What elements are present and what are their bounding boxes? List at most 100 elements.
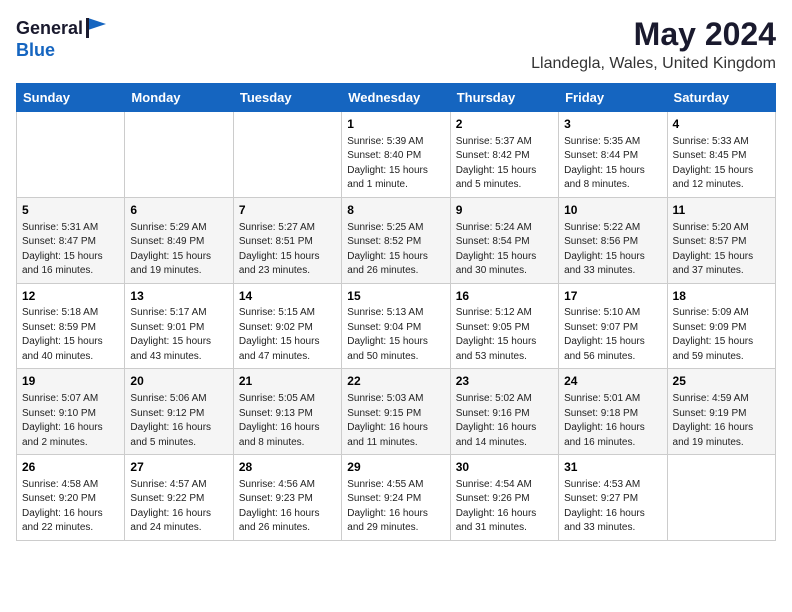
day-cell: 23Sunrise: 5:02 AM Sunset: 9:16 PM Dayli… xyxy=(450,369,558,455)
page-header: General Blue May 2024 Llandegla, Wales, … xyxy=(16,16,776,73)
day-info: Sunrise: 4:56 AM Sunset: 9:23 PM Dayligh… xyxy=(239,478,336,536)
day-info: Sunrise: 4:54 AM Sunset: 9:26 PM Dayligh… xyxy=(456,478,553,536)
day-info: Sunrise: 5:02 AM Sunset: 9:16 PM Dayligh… xyxy=(456,392,553,450)
day-info: Sunrise: 5:20 AM Sunset: 8:57 PM Dayligh… xyxy=(673,221,770,279)
week-row-3: 12Sunrise: 5:18 AM Sunset: 8:59 PM Dayli… xyxy=(17,283,776,369)
day-number: 14 xyxy=(239,288,336,305)
day-cell xyxy=(667,455,775,541)
day-info: Sunrise: 4:55 AM Sunset: 9:24 PM Dayligh… xyxy=(347,478,444,536)
day-cell: 31Sunrise: 4:53 AM Sunset: 9:27 PM Dayli… xyxy=(559,455,667,541)
day-number: 2 xyxy=(456,116,553,133)
day-cell xyxy=(17,112,125,198)
day-number: 20 xyxy=(130,373,227,390)
day-cell: 16Sunrise: 5:12 AM Sunset: 9:05 PM Dayli… xyxy=(450,283,558,369)
weekday-tuesday: Tuesday xyxy=(233,84,341,112)
day-number: 31 xyxy=(564,459,661,476)
day-cell: 1 Sunrise: 5:39 AM Sunset: 8:40 PM Daylig… xyxy=(342,112,450,198)
day-info: Sunrise: 5:01 AM Sunset: 9:18 PM Dayligh… xyxy=(564,392,661,450)
day-info: Sunrise: 5:27 AM Sunset: 8:51 PM Dayligh… xyxy=(239,221,336,279)
day-number: 9 xyxy=(456,202,553,219)
day-number: 18 xyxy=(673,288,770,305)
day-info: Sunrise: 5:12 AM Sunset: 9:05 PM Dayligh… xyxy=(456,306,553,364)
day-cell: 9 Sunrise: 5:24 AM Sunset: 8:54 PM Daylig… xyxy=(450,197,558,283)
day-number: 16 xyxy=(456,288,553,305)
day-cell: 17Sunrise: 5:10 AM Sunset: 9:07 PM Dayli… xyxy=(559,283,667,369)
day-cell: 4Sunrise: 5:33 AM Sunset: 8:45 PM Daylig… xyxy=(667,112,775,198)
logo-general: General xyxy=(16,18,83,39)
day-number: 21 xyxy=(239,373,336,390)
week-row-1: 1 Sunrise: 5:39 AM Sunset: 8:40 PM Daylig… xyxy=(17,112,776,198)
calendar-body: 1 Sunrise: 5:39 AM Sunset: 8:40 PM Daylig… xyxy=(17,112,776,541)
weekday-monday: Monday xyxy=(125,84,233,112)
day-number: 12 xyxy=(22,288,119,305)
day-number: 30 xyxy=(456,459,553,476)
day-cell: 21 Sunrise: 5:05 AM Sunset: 9:13 PM Dayli… xyxy=(233,369,341,455)
day-number: 13 xyxy=(130,288,227,305)
day-cell xyxy=(125,112,233,198)
day-cell: 11Sunrise: 5:20 AM Sunset: 8:57 PM Dayli… xyxy=(667,197,775,283)
day-info: Sunrise: 5:13 AM Sunset: 9:04 PM Dayligh… xyxy=(347,306,444,364)
day-cell: 19 Sunrise: 5:07 AM Sunset: 9:10 PM Dayli… xyxy=(17,369,125,455)
day-info: Sunrise: 5:05 AM Sunset: 9:13 PM Dayligh… xyxy=(239,392,336,450)
day-cell: 20 Sunrise: 5:06 AM Sunset: 9:12 PM Dayli… xyxy=(125,369,233,455)
day-info: Sunrise: 5:37 AM Sunset: 8:42 PM Dayligh… xyxy=(456,135,553,193)
day-number: 19 xyxy=(22,373,119,390)
day-number: 26 xyxy=(22,459,119,476)
day-number: 27 xyxy=(130,459,227,476)
day-info: Sunrise: 5:03 AM Sunset: 9:15 PM Dayligh… xyxy=(347,392,444,450)
day-number: 7 xyxy=(239,202,336,219)
day-cell: 26 Sunrise: 4:58 AM Sunset: 9:20 PM Dayli… xyxy=(17,455,125,541)
weekday-sunday: Sunday xyxy=(17,84,125,112)
week-row-5: 26 Sunrise: 4:58 AM Sunset: 9:20 PM Dayli… xyxy=(17,455,776,541)
day-info: Sunrise: 5:39 AM Sunset: 8:40 PM Dayligh… xyxy=(347,135,444,193)
day-cell: 24 Sunrise: 5:01 AM Sunset: 9:18 PM Dayli… xyxy=(559,369,667,455)
day-cell: 12Sunrise: 5:18 AM Sunset: 8:59 PM Dayli… xyxy=(17,283,125,369)
day-number: 3 xyxy=(564,116,661,133)
day-number: 17 xyxy=(564,288,661,305)
day-number: 22 xyxy=(347,373,444,390)
day-info: Sunrise: 5:07 AM Sunset: 9:10 PM Dayligh… xyxy=(22,392,119,450)
title-block: May 2024 Llandegla, Wales, United Kingdo… xyxy=(531,16,776,73)
day-number: 6 xyxy=(130,202,227,219)
day-cell: 29 Sunrise: 4:55 AM Sunset: 9:24 PM Dayli… xyxy=(342,455,450,541)
day-number: 5 xyxy=(22,202,119,219)
day-cell: 15Sunrise: 5:13 AM Sunset: 9:04 PM Dayli… xyxy=(342,283,450,369)
day-info: Sunrise: 5:22 AM Sunset: 8:56 PM Dayligh… xyxy=(564,221,661,279)
day-info: Sunrise: 5:17 AM Sunset: 9:01 PM Dayligh… xyxy=(130,306,227,364)
day-info: Sunrise: 5:18 AM Sunset: 8:59 PM Dayligh… xyxy=(22,306,119,364)
day-cell: 8Sunrise: 5:25 AM Sunset: 8:52 PM Daylig… xyxy=(342,197,450,283)
weekday-saturday: Saturday xyxy=(667,84,775,112)
day-number: 8 xyxy=(347,202,444,219)
day-cell: 25Sunrise: 4:59 AM Sunset: 9:19 PM Dayli… xyxy=(667,369,775,455)
day-cell: 6 Sunrise: 5:29 AM Sunset: 8:49 PM Daylig… xyxy=(125,197,233,283)
day-cell: 10 Sunrise: 5:22 AM Sunset: 8:56 PM Dayli… xyxy=(559,197,667,283)
day-number: 24 xyxy=(564,373,661,390)
day-cell: 7 Sunrise: 5:27 AM Sunset: 8:51 PM Daylig… xyxy=(233,197,341,283)
day-cell xyxy=(233,112,341,198)
day-cell: 22 Sunrise: 5:03 AM Sunset: 9:15 PM Dayli… xyxy=(342,369,450,455)
day-cell: 5Sunrise: 5:31 AM Sunset: 8:47 PM Daylig… xyxy=(17,197,125,283)
day-number: 15 xyxy=(347,288,444,305)
day-cell: 27 Sunrise: 4:57 AM Sunset: 9:22 PM Dayli… xyxy=(125,455,233,541)
day-info: Sunrise: 4:59 AM Sunset: 9:19 PM Dayligh… xyxy=(673,392,770,450)
day-cell: 28Sunrise: 4:56 AM Sunset: 9:23 PM Dayli… xyxy=(233,455,341,541)
logo-blue: Blue xyxy=(16,40,55,61)
week-row-2: 5Sunrise: 5:31 AM Sunset: 8:47 PM Daylig… xyxy=(17,197,776,283)
day-number: 10 xyxy=(564,202,661,219)
day-info: Sunrise: 5:24 AM Sunset: 8:54 PM Dayligh… xyxy=(456,221,553,279)
calendar-table: SundayMondayTuesdayWednesdayThursdayFrid… xyxy=(16,83,776,541)
day-cell: 18Sunrise: 5:09 AM Sunset: 9:09 PM Dayli… xyxy=(667,283,775,369)
day-info: Sunrise: 5:09 AM Sunset: 9:09 PM Dayligh… xyxy=(673,306,770,364)
day-cell: 2 Sunrise: 5:37 AM Sunset: 8:42 PM Daylig… xyxy=(450,112,558,198)
day-info: Sunrise: 4:58 AM Sunset: 9:20 PM Dayligh… xyxy=(22,478,119,536)
weekday-header-row: SundayMondayTuesdayWednesdayThursdayFrid… xyxy=(17,84,776,112)
weekday-thursday: Thursday xyxy=(450,84,558,112)
day-number: 1 xyxy=(347,116,444,133)
day-info: Sunrise: 5:35 AM Sunset: 8:44 PM Dayligh… xyxy=(564,135,661,193)
logo: General Blue xyxy=(16,16,108,61)
day-info: Sunrise: 5:06 AM Sunset: 9:12 PM Dayligh… xyxy=(130,392,227,450)
day-number: 4 xyxy=(673,116,770,133)
day-info: Sunrise: 4:57 AM Sunset: 9:22 PM Dayligh… xyxy=(130,478,227,536)
day-info: Sunrise: 5:29 AM Sunset: 8:49 PM Dayligh… xyxy=(130,221,227,279)
day-number: 29 xyxy=(347,459,444,476)
